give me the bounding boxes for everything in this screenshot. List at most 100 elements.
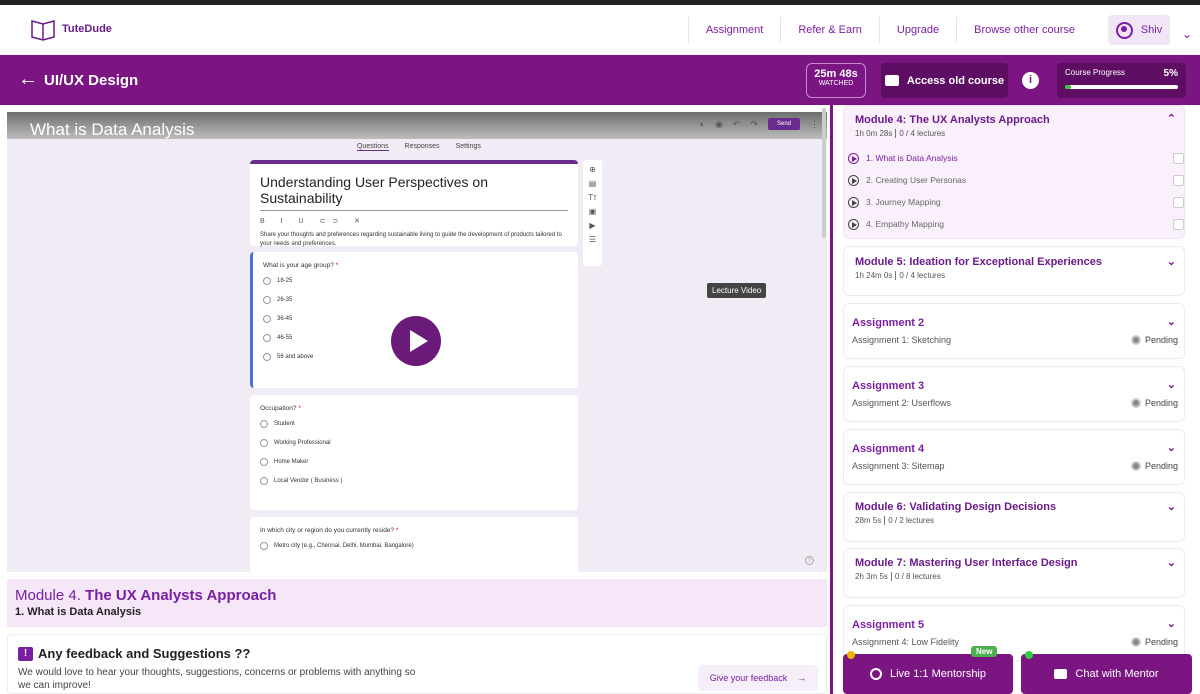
arrow-right-icon: → — [797, 673, 807, 683]
assignment-5-title: Assignment 5 — [852, 619, 925, 631]
assignment-2-title: Assignment 2 — [852, 317, 925, 329]
watched-time: 25m 48s — [814, 68, 858, 80]
chat-with-mentor-button[interactable]: Chat with Mentor — [1021, 654, 1192, 694]
module-lecture-count: 0 / 8 lectures — [894, 572, 941, 581]
question-occupation: Occupation? — [260, 405, 297, 412]
chevron-down-icon[interactable]: ⌄ — [1167, 500, 1176, 513]
form-description: Share your thoughts and preferences rega… — [260, 232, 562, 247]
option-label: 36-45 — [277, 316, 293, 322]
lecture-item[interactable]: 4. Empathy Mapping — [848, 214, 1186, 234]
palette-icon: ◐ — [699, 119, 706, 129]
book-icon — [31, 20, 55, 41]
form-title: Understanding User Perspectives on Susta… — [260, 174, 568, 211]
chevron-down-icon[interactable]: ⌄ — [1182, 27, 1192, 41]
module-5-meta: 1h 24m 0s 0 / 4 lectures — [855, 271, 945, 280]
pending-dot-icon — [1130, 335, 1141, 345]
online-dot-icon — [1025, 651, 1033, 659]
option: Student — [260, 420, 568, 428]
course-title: UI/UX Design — [44, 72, 139, 89]
lecture-item[interactable]: 3. Journey Mapping — [848, 192, 1186, 212]
chevron-down-icon[interactable]: ⌄ — [1167, 378, 1176, 391]
module-duration: 2h 3m 5s — [855, 572, 888, 581]
module-name: The UX Analysts Approach — [85, 587, 277, 604]
feedback-description: We would love to hear your thoughts, sug… — [18, 667, 416, 691]
lecture-label: 3. Journey Mapping — [866, 197, 941, 207]
module-duration: 1h 24m 0s — [855, 271, 893, 280]
status-badge: Pending — [1130, 398, 1178, 408]
send-button: Send — [767, 118, 800, 130]
feedback-icon: ! — [18, 647, 33, 661]
more-icon: ⋮ — [810, 118, 819, 129]
lecture-label: 2. Creating User Personas — [866, 175, 967, 185]
logo[interactable]: TuteDude — [30, 17, 112, 41]
course-progress: Course Progress 5% — [1057, 63, 1186, 98]
chevron-down-icon[interactable]: ⌄ — [1167, 556, 1176, 569]
chevron-down-icon[interactable]: ⌄ — [1167, 441, 1176, 454]
option: 18-25 — [263, 277, 568, 285]
module-6-meta: 28m 5s 0 / 2 lectures — [855, 516, 934, 525]
lecture-checkbox[interactable] — [1173, 174, 1184, 186]
mentor-icon — [870, 668, 882, 680]
info-icon[interactable]: i — [1022, 72, 1039, 89]
bottom-buttons: Live 1:1 Mentorship New Chat with Mentor — [843, 646, 1193, 694]
nav-assignment[interactable]: Assignment — [687, 17, 780, 43]
option-label: 18-25 — [277, 278, 293, 284]
module-prefix: Module 4. — [15, 587, 81, 604]
option-label: Local Vendor ( Business ) — [274, 478, 343, 484]
assignment-2-card[interactable]: Assignment 2 Assignment 1: Sketching ⌄ P… — [843, 303, 1185, 359]
module-4-title: Module 4: The UX Analysts Approach — [855, 114, 1050, 126]
back-arrow-icon[interactable]: ← — [18, 68, 38, 91]
lecture-checkbox[interactable] — [1173, 218, 1184, 230]
watched-badge: 25m 48s WATCHED — [806, 63, 866, 98]
module-5-card[interactable]: Module 5: Ideation for Exceptional Exper… — [843, 246, 1185, 296]
lecture-checkbox[interactable] — [1173, 152, 1184, 164]
module-4-card[interactable]: Module 4: The UX Analysts Approach 1h 0m… — [843, 105, 1185, 239]
chevron-down-icon[interactable]: ⌄ — [1167, 617, 1176, 630]
radio-icon — [260, 420, 268, 428]
nav-browse-courses[interactable]: Browse other course — [956, 17, 1092, 43]
lecture-checkbox[interactable] — [1173, 196, 1184, 208]
live-mentorship-label: Live 1:1 Mentorship — [890, 668, 986, 680]
feedback-title: Any feedback and Suggestions ?? — [38, 646, 251, 661]
chevron-down-icon[interactable]: ⌄ — [1167, 255, 1176, 268]
assignment-3-card[interactable]: Assignment 3 Assignment 2: Userflows ⌄ P… — [843, 366, 1185, 422]
option: Local Vendor ( Business ) — [260, 477, 568, 485]
give-feedback-label: Give your feedback — [709, 673, 788, 683]
tab-settings: Settings — [455, 143, 481, 150]
user-menu[interactable]: Shiv — [1108, 15, 1170, 45]
assignment-2-subtitle: Assignment 1: Sketching — [852, 335, 952, 345]
video-player[interactable]: What is Data Analysis ◐ ◉ ↶ ↷ Send ⋮ Que… — [7, 112, 827, 572]
option: Working Professional — [260, 439, 568, 447]
radio-icon — [260, 458, 268, 466]
live-mentorship-button[interactable]: Live 1:1 Mentorship — [843, 654, 1013, 694]
nav-upgrade[interactable]: Upgrade — [878, 17, 956, 43]
play-button[interactable] — [391, 316, 441, 366]
assignment-5-card[interactable]: Assignment 5 Assignment 4: Low Fidelity … — [843, 605, 1185, 661]
scrollbar[interactable] — [822, 108, 826, 238]
give-feedback-button[interactable]: Give your feedback → — [698, 665, 818, 691]
access-old-course-button[interactable]: Access old course — [881, 63, 1008, 98]
lecture-item[interactable]: 2. Creating User Personas — [848, 170, 1186, 190]
radio-icon — [260, 477, 268, 485]
user-name: Shiv — [1140, 24, 1163, 36]
lecture-item[interactable]: 1. What is Data Analysis — [848, 148, 1186, 168]
top-nav: TuteDude Assignment Refer & Earn Upgrade… — [0, 5, 1200, 55]
lecture-label: 1. What is Data Analysis — [866, 153, 958, 163]
nav-refer-earn[interactable]: Refer & Earn — [780, 17, 879, 43]
assignment-4-card[interactable]: Assignment 4 Assignment 3: Sitemap ⌄ Pen… — [843, 429, 1185, 485]
progress-fill — [1065, 85, 1071, 89]
pending-dot-icon — [1130, 461, 1141, 471]
module-7-card[interactable]: Module 7: Mastering User Interface Desig… — [843, 548, 1185, 598]
module-6-card[interactable]: Module 6: Validating Design Decisions 28… — [843, 492, 1185, 542]
option: Home Maker — [260, 458, 568, 466]
course-sidebar: Module 4: The UX Analysts Approach 1h 0m… — [830, 105, 1200, 694]
text-icon: Tт — [588, 193, 597, 202]
chevron-down-icon[interactable]: ⌄ — [1167, 315, 1176, 328]
radio-icon — [263, 353, 271, 361]
option-label: 56 and above — [277, 354, 314, 360]
video-title: What is Data Analysis — [30, 120, 195, 139]
module-info: Module 4. The UX Analysts Approach 1. Wh… — [7, 579, 827, 627]
chevron-up-icon[interactable]: ⌃ — [1167, 112, 1176, 125]
user-avatar-icon — [1115, 21, 1133, 39]
radio-icon — [263, 296, 271, 304]
